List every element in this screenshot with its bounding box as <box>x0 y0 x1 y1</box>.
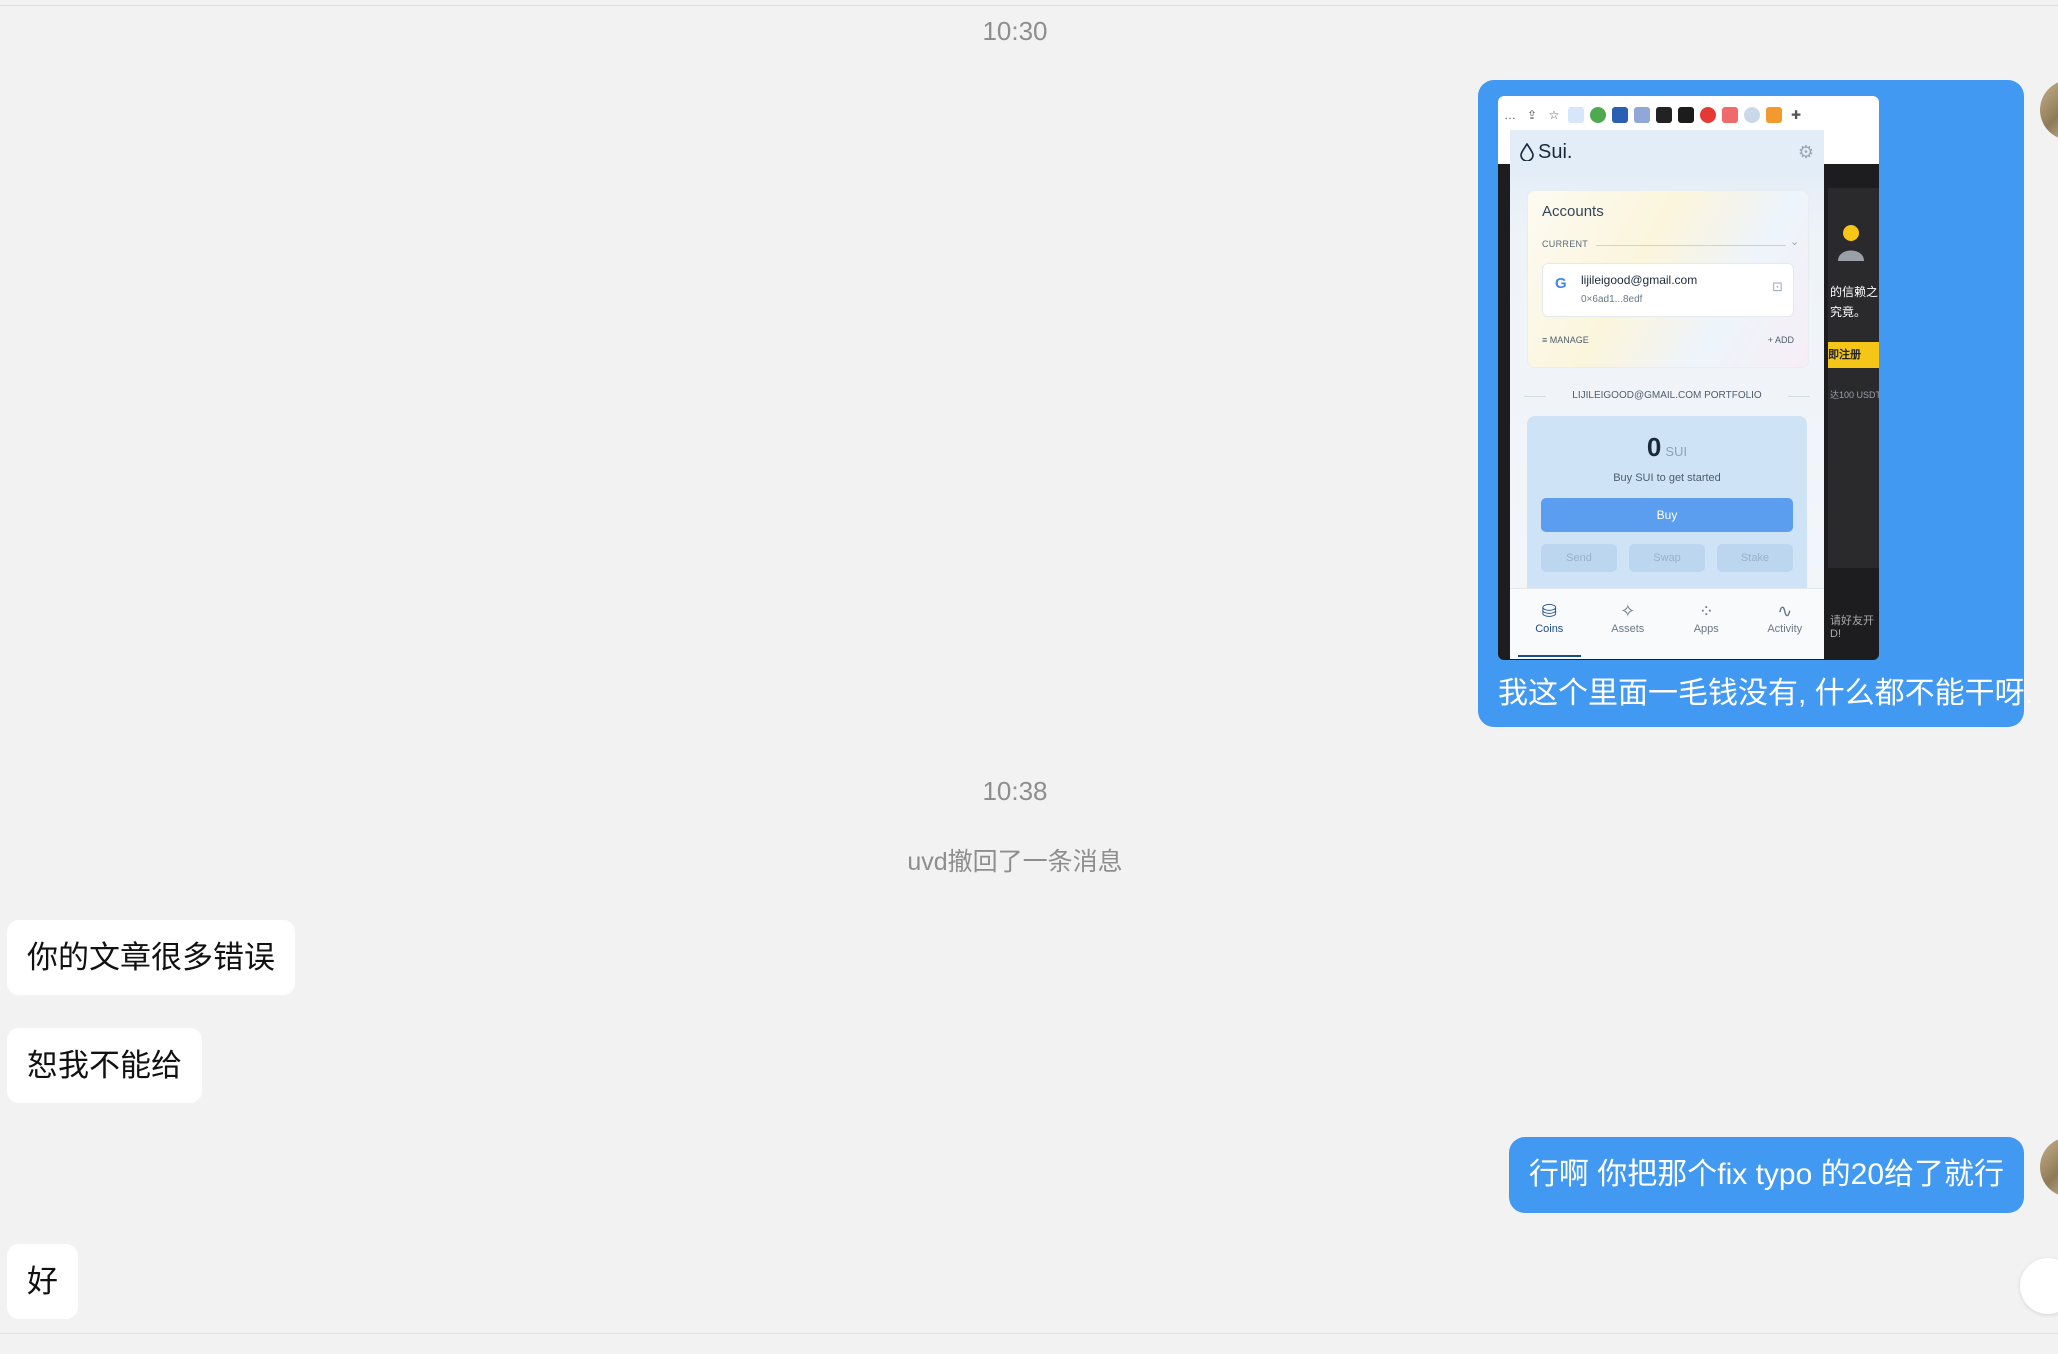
sui-wallet-popup: Sui. ⚙ Accounts CURRENT ⌄ G lijileigood@… <box>1510 130 1824 659</box>
extension-icon <box>1656 107 1672 123</box>
portfolio-label: LIJILEIGOOD@GMAIL.COM PORTFOLIO <box>1510 390 1824 401</box>
unlock-icon: ⊡ <box>1772 279 1783 294</box>
stake-button: Stake <box>1717 544 1793 572</box>
chevron-down-icon: ⌄ <box>1790 236 1800 248</box>
recall-notice: uvd撤回了一条消息 <box>907 848 1123 876</box>
scroll-to-bottom-button[interactable] <box>2020 1258 2058 1314</box>
share-icon: ⇪ <box>1526 108 1538 122</box>
register-button-fragment: 即注册 <box>1828 342 1879 368</box>
sparkle-icon: ✧ <box>1620 601 1636 621</box>
balance-card: 0 SUI Buy SUI to get started Buy Send Swa… <box>1527 416 1807 588</box>
metamask-extension-icon <box>1766 107 1782 123</box>
manage-label: MANAGE <box>1549 335 1589 345</box>
sui-logo-text: Sui. <box>1538 140 1573 163</box>
sui-logo: Sui. <box>1520 141 1572 164</box>
nav-apps: ⁘ Apps <box>1667 589 1746 659</box>
balance-value: 0 <box>1646 432 1662 462</box>
incoming-message[interactable]: 你的文章很多错误 <box>7 920 295 995</box>
sui-drop-icon <box>1520 143 1534 161</box>
wallet-header: Sui. ⚙ <box>1510 130 1824 174</box>
timestamp: 10:30 <box>982 16 1048 46</box>
extension-icon <box>1700 107 1716 123</box>
nav-label: Coins <box>1535 623 1564 635</box>
add-button: + ADD <box>1767 335 1794 345</box>
background-text: 达100 USDT <box>1830 390 1879 400</box>
background-text: D! <box>1830 628 1841 640</box>
nav-label: Apps <box>1693 623 1719 635</box>
accounts-title: Accounts <box>1542 203 1604 220</box>
balance-amount: 0 SUI <box>1527 430 1807 464</box>
puzzle-icon: ✚ <box>1790 108 1802 122</box>
nav-label: Activity <box>1767 623 1803 635</box>
outgoing-message[interactable]: 行啊 你把那个fix typo 的20给了就行 <box>1508 1137 2024 1213</box>
nav-coins: ⛁ Coins <box>1510 589 1589 659</box>
avatar[interactable] <box>2040 1137 2058 1197</box>
avatar[interactable] <box>2040 80 2058 140</box>
current-label: CURRENT <box>1542 239 1589 249</box>
background-text: 究竟。 <box>1830 305 1867 319</box>
balance-unit: SUI <box>1665 444 1688 459</box>
manage-button: ≡ MANAGE <box>1542 335 1589 345</box>
extension-icon <box>1612 107 1628 123</box>
background-text: 的信赖之 <box>1830 285 1879 299</box>
extension-icon <box>1634 107 1650 123</box>
buy-button: Buy <box>1541 498 1793 532</box>
account-row: G lijileigood@gmail.com 0×6ad1...8edf ⊡ <box>1542 263 1794 317</box>
background-text: 请好友开 <box>1830 615 1874 627</box>
extension-icon <box>1722 107 1738 123</box>
timestamp: 10:38 <box>982 776 1048 806</box>
nav-assets: ✧ Assets <box>1589 589 1668 659</box>
account-address: 0×6ad1...8edf <box>1581 294 1643 305</box>
apps-grid-icon: ⁘ <box>1698 601 1714 621</box>
evernote-extension-icon <box>1590 107 1606 123</box>
send-button: Send <box>1541 544 1617 572</box>
star-icon: ☆ <box>1548 108 1560 122</box>
incoming-message[interactable]: 恕我不能给 <box>7 1028 202 1103</box>
google-icon: G <box>1555 275 1567 292</box>
person-illustration-icon <box>1838 225 1864 261</box>
bottom-divider <box>0 1333 2058 1334</box>
incoming-message[interactable]: 好 <box>7 1244 78 1319</box>
add-label: ADD <box>1774 335 1794 345</box>
activity-icon: ∿ <box>1777 601 1793 621</box>
account-email: lijileigood@gmail.com <box>1581 273 1698 287</box>
extension-icon <box>1678 107 1694 123</box>
translate-extension-icon <box>1568 107 1584 123</box>
swap-button: Swap <box>1629 544 1705 572</box>
more-icon: … <box>1504 108 1516 122</box>
top-divider <box>0 5 2058 6</box>
accounts-card: Accounts CURRENT ⌄ G lijileigood@gmail.c… <box>1527 190 1809 368</box>
wallet-bottom-nav: ⛁ Coins ✧ Assets ⁘ Apps ∿ Activity <box>1510 588 1824 659</box>
message-text[interactable]: 我这个里面一毛钱没有, 什么都不能干呀. <box>1498 668 2033 712</box>
nav-label: Assets <box>1611 623 1645 635</box>
gear-icon: ⚙ <box>1797 141 1814 162</box>
balance-hint: Buy SUI to get started <box>1613 472 1721 484</box>
outgoing-image-message[interactable]: … ⇪ ☆ ✚ 的信赖之 究竟。 即注册 达100 USDT 请好友开 D! S… <box>1478 80 2033 727</box>
sui-extension-icon <box>1744 107 1760 123</box>
image-attachment[interactable]: … ⇪ ☆ ✚ 的信赖之 究竟。 即注册 达100 USDT 请好友开 D! S… <box>1498 96 1879 660</box>
divider <box>1596 245 1786 246</box>
coins-icon: ⛁ <box>1541 601 1557 621</box>
nav-activity: ∿ Activity <box>1746 589 1825 659</box>
